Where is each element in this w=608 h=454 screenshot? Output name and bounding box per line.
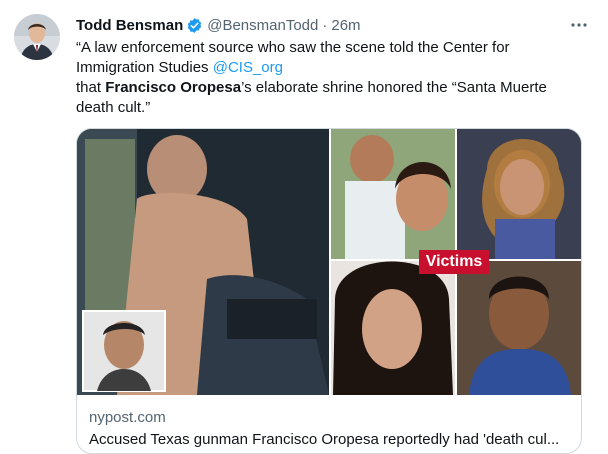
author-handle[interactable]: @BensmanTodd [207,17,318,34]
separator-dot: · [322,16,328,34]
more-options-icon[interactable] [570,16,588,34]
tweet-text-part1: “A law enforcement source who saw the sc… [76,39,510,76]
verified-badge-icon [186,17,203,34]
victims-badge: Victims [419,250,489,274]
timestamp[interactable]: 26m [331,17,360,34]
tweet-header: Todd Bensman @BensmanTodd · 26m [76,14,588,36]
avatar[interactable] [14,14,60,60]
card-title[interactable]: Accused Texas gunman Francisco Oropesa r… [89,431,569,448]
author-name[interactable]: Todd Bensman [76,17,183,34]
card-image[interactable]: Victims [77,129,581,395]
tweet-text: “A law enforcement source who saw the sc… [76,38,576,118]
link-card[interactable]: Victims nypost.com Accused Texas gunman … [76,128,582,454]
bold-name: Francisco Oropesa [105,79,242,96]
tweet-text-part2: that [76,79,106,96]
mention-link[interactable]: @CIS_org [213,59,283,76]
card-domain: nypost.com [89,409,166,426]
